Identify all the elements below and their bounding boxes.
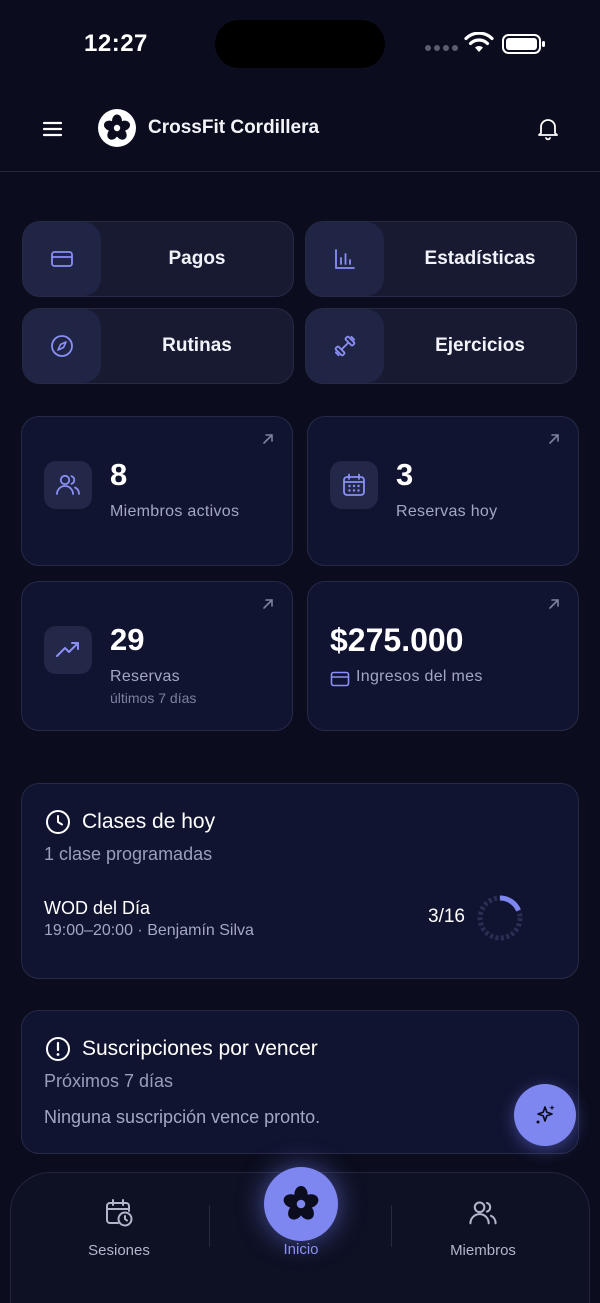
ai-assistant-button[interactable] [514,1084,576,1146]
rutinas-label: Rutinas [162,335,232,356]
credit-card-icon [330,671,350,687]
today-classes-title: Clases de hoy [82,810,216,833]
nav-divider [209,1205,210,1247]
calendar-clock-icon [106,1199,133,1227]
arrow-up-right-icon [549,434,559,444]
bookings-today-label: Reservas hoy [396,503,498,520]
expiring-subtitle: Próximos 7 días [44,1071,174,1091]
ejercicios-button[interactable]: Ejercicios [305,308,577,384]
nav-sessions-label: Sesiones [88,1242,150,1259]
nav-home-button[interactable] [264,1167,338,1241]
active-members-value: 8 [110,457,128,492]
signal-icon [425,45,458,51]
nav-home-label[interactable]: Inicio [251,1241,351,1258]
users-icon [469,1201,497,1225]
bookings-week-value: 29 [110,622,145,657]
credit-card-icon [51,251,73,267]
estadisticas-button[interactable]: Estadísticas [305,221,577,297]
nav-members-label: Miembros [450,1242,516,1259]
arrow-up-right-icon [263,434,273,444]
today-classes-subtitle: 1 clase programadas [44,844,213,864]
ejercicios-label: Ejercicios [435,335,525,356]
bell-icon[interactable] [536,116,560,142]
bookings-today-value: 3 [396,457,414,492]
dumbbell-icon [334,335,356,357]
class-capacity-count: 3/16 [428,906,465,927]
wifi-icon [464,32,494,52]
calendar-icon [343,473,365,496]
nav-sessions[interactable]: Sesiones [49,1197,189,1259]
pagos-button[interactable]: Pagos [22,221,294,297]
stat-card-monthly-income[interactable]: $275.000 Ingresos del mes [307,581,579,731]
flower-logo-icon [283,1186,319,1220]
status-bar: 12:27 [0,0,600,90]
bar-chart-icon [335,249,355,269]
class-name: WOD del Día [44,898,151,918]
dynamic-island [215,20,385,68]
bookings-week-label: Reservas [110,668,180,685]
capacity-ring [477,895,523,941]
expiring-empty-text: Ninguna suscripción vence pronto. [44,1107,321,1127]
stat-card-bookings-week[interactable]: 29 Reservas últimos 7 días [21,581,293,731]
app-title: CrossFit Cordillera [148,117,320,138]
estadisticas-label: Estadísticas [424,248,536,269]
rutinas-button[interactable]: Rutinas [22,308,294,384]
app-header: CrossFit Cordillera [0,90,600,172]
monthly-income-value: $275.000 [330,622,464,658]
menu-icon[interactable] [40,116,66,142]
trending-up-icon [56,642,79,657]
arrow-up-right-icon [263,599,273,609]
expiring-subscriptions-card: Suscripciones por vencer Próximos 7 días… [21,1010,579,1154]
flower-logo-icon [103,114,131,140]
alert-circle-icon [46,1037,70,1061]
app-logo [98,109,136,147]
bookings-week-sublabel: últimos 7 días [110,690,197,706]
status-time: 12:27 [84,30,148,57]
users-icon [56,474,80,495]
active-members-label: Miembros activos [110,503,240,520]
expiring-title: Suscripciones por vencer [82,1037,318,1060]
monthly-income-label: Ingresos del mes [356,668,483,685]
bottom-nav: Sesiones Inicio Miembros [10,1167,590,1303]
pagos-label: Pagos [168,248,226,269]
stat-card-active-members[interactable]: 8 Miembros activos [21,416,293,566]
sparkles-icon [536,1105,555,1124]
today-classes-card: Clases de hoy 1 clase programadas WOD de… [21,783,579,979]
clock-icon [46,810,70,834]
class-meta: 19:00–20:00 · Benjamín Silva [44,922,254,939]
arrow-up-right-icon [549,599,559,609]
battery-icon [502,34,545,54]
stat-card-bookings-today[interactable]: 3 Reservas hoy [307,416,579,566]
compass-icon [51,335,73,357]
nav-divider [391,1205,392,1247]
nav-members[interactable]: Miembros [413,1197,553,1259]
